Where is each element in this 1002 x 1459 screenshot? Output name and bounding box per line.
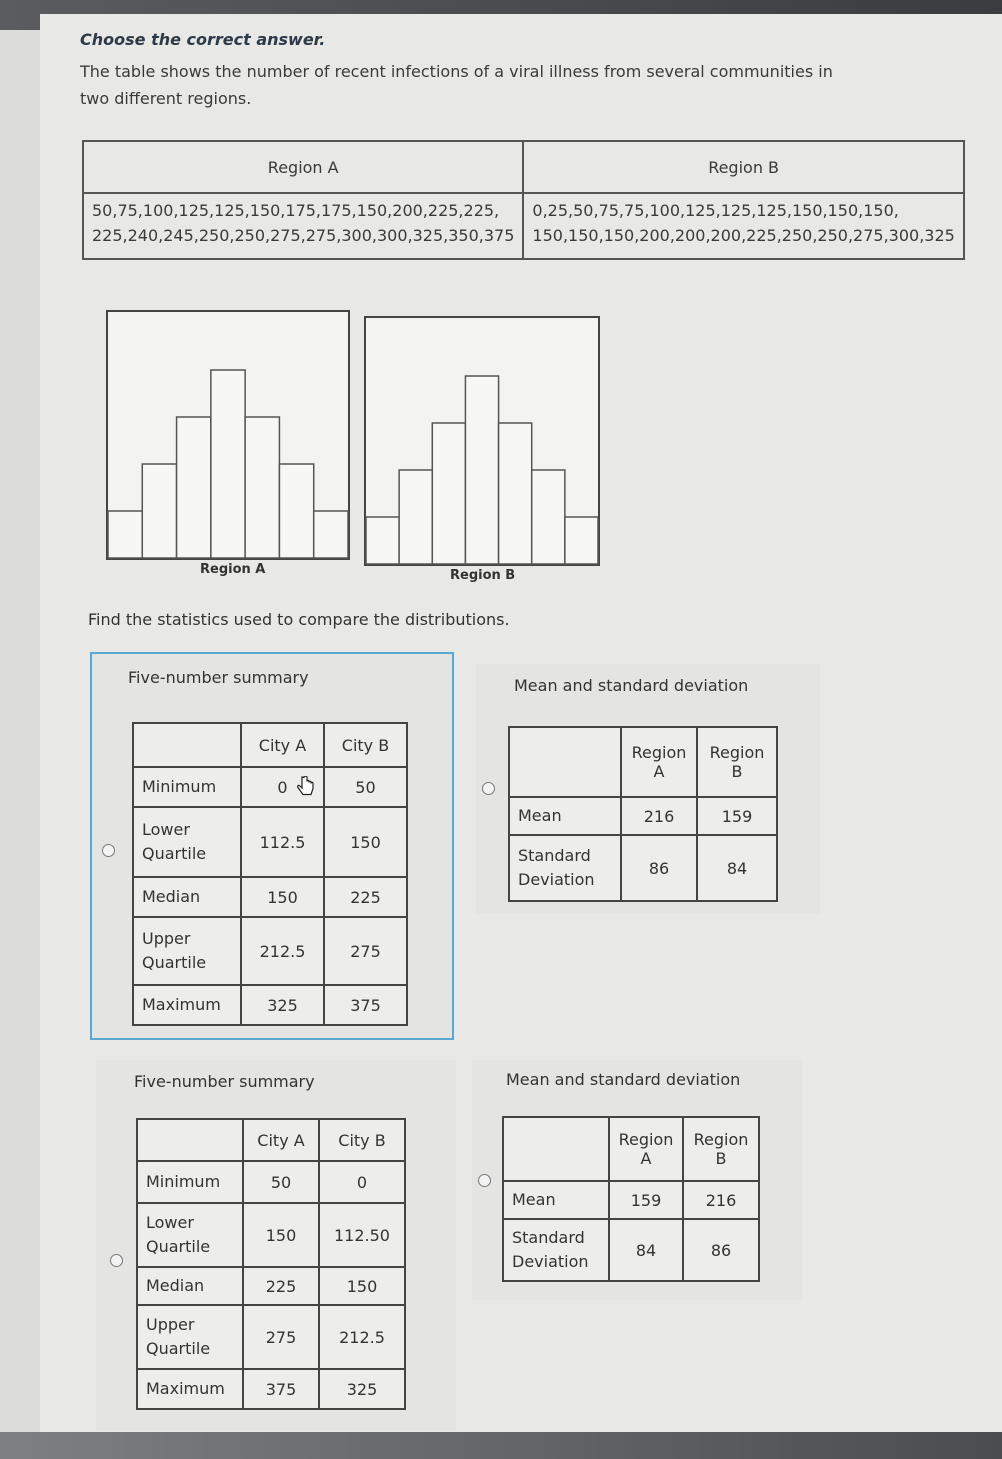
histogram-bar <box>365 516 400 565</box>
bottom-bar <box>0 1432 1002 1459</box>
cell: 86 <box>682 1218 760 1282</box>
row-label: Median <box>136 1266 244 1306</box>
cell: 212.5 <box>318 1304 406 1370</box>
option-1[interactable]: Five-number summary City A City B Minimu… <box>90 652 454 1040</box>
cell: 50 <box>242 1160 320 1204</box>
cell: 150 <box>242 1202 320 1268</box>
col-header-a: Region A <box>620 726 698 798</box>
cell: 325 <box>240 984 325 1026</box>
col-header-b: City B <box>318 1118 406 1162</box>
option-4[interactable]: Mean and standard deviation Region A Reg… <box>472 1060 802 1300</box>
cell: 325 <box>318 1368 406 1410</box>
row-label: Mean <box>508 796 622 836</box>
option-2[interactable]: Mean and standard deviation Region A Reg… <box>476 664 820 914</box>
table-corner <box>508 726 622 798</box>
histogram-region-b <box>364 316 600 566</box>
region-b-values: 0,25,50,75,75,100,125,125,125,150,150,15… <box>522 192 965 260</box>
histogram-bar <box>141 463 178 559</box>
cell: 50 <box>322 766 409 808</box>
cell: 275 <box>242 1304 320 1370</box>
histogram-bar <box>431 422 467 565</box>
cell: 150 <box>322 806 409 878</box>
row-label: Mean <box>502 1180 610 1220</box>
row-label: Maximum <box>132 984 242 1026</box>
hand-cursor-icon <box>297 776 314 796</box>
histogram-b-bars <box>365 375 599 565</box>
cell: 150 <box>240 876 325 918</box>
row-label: Lower Quartile <box>136 1202 244 1268</box>
option-3-radio[interactable] <box>110 1254 123 1267</box>
row-label: Lower Quartile <box>132 806 242 878</box>
histogram-bar <box>278 463 315 559</box>
cell: 150 <box>318 1266 406 1306</box>
cell: 86 <box>620 834 698 902</box>
col-header-b: Region B <box>696 726 778 798</box>
row-label: Minimum <box>132 766 242 808</box>
row-label: Standard Deviation <box>508 834 622 902</box>
row-label: Maximum <box>136 1368 244 1410</box>
option-1-table: City A City B Minimum 0 50 Lower Quartile 1… <box>132 722 409 1026</box>
data-table: Region A Region B 50,75,100,125,125,150,… <box>81 140 965 260</box>
option-2-table: Region A Region B Mean 216 159 Standard De… <box>508 726 778 902</box>
cell: 112.5 <box>240 806 325 878</box>
cell: 84 <box>696 834 778 902</box>
cell: 0 <box>318 1160 406 1204</box>
histogram-bar <box>530 469 566 565</box>
table-header-region-b: Region B <box>522 140 965 194</box>
cell: 159 <box>696 796 778 836</box>
cell: 375 <box>242 1368 320 1410</box>
option-1-radio[interactable] <box>102 844 115 857</box>
col-header-a: City A <box>242 1118 320 1162</box>
row-label: Upper Quartile <box>132 916 242 986</box>
row-label: Standard Deviation <box>502 1218 610 1282</box>
cell: 216 <box>620 796 698 836</box>
histogram-bar <box>464 375 500 565</box>
option-3-table: City A City B Minimum 50 0 Lower Quartile 1… <box>136 1118 406 1410</box>
row-label: Minimum <box>136 1160 244 1204</box>
histogram-b-label: Region B <box>450 568 516 583</box>
col-header-a: Region A <box>608 1116 684 1182</box>
option-3-title: Five-number summary <box>134 1072 315 1091</box>
cell: 375 <box>322 984 409 1026</box>
table-corner <box>502 1116 610 1182</box>
histogram-region-a <box>106 310 350 560</box>
cell: 225 <box>242 1266 320 1306</box>
option-3[interactable]: Five-number summary City A City B Minimu… <box>96 1060 456 1430</box>
col-header-a: City A <box>240 722 325 768</box>
col-header-b: City B <box>322 722 409 768</box>
table-corner <box>136 1118 244 1162</box>
cell: 212.5 <box>240 916 325 986</box>
cell: 275 <box>322 916 409 986</box>
table-corner <box>132 722 242 768</box>
option-4-radio[interactable] <box>478 1174 491 1187</box>
option-4-table: Region A Region B Mean 159 216 Standard De… <box>502 1116 760 1282</box>
histogram-bar <box>312 510 349 559</box>
histogram-a-bars <box>107 369 349 559</box>
region-a-values: 50,75,100,125,125,150,175,175,150,200,22… <box>81 192 525 260</box>
histogram-bar <box>564 516 599 565</box>
histogram-bar <box>497 422 533 565</box>
cell: 225 <box>322 876 409 918</box>
option-4-title: Mean and standard deviation <box>506 1070 741 1089</box>
row-label: Upper Quartile <box>136 1304 244 1370</box>
cell: 84 <box>608 1218 684 1282</box>
option-2-radio[interactable] <box>482 782 495 795</box>
histogram-bar <box>244 416 281 559</box>
compare-question: Find the statistics used to compare the … <box>88 610 510 629</box>
option-2-title: Mean and standard deviation <box>514 676 749 695</box>
table-header-region-a: Region A <box>81 140 525 194</box>
row-label: Median <box>132 876 242 918</box>
col-header-b: Region B <box>682 1116 760 1182</box>
histogram-bar <box>175 416 212 559</box>
cell: 216 <box>682 1180 760 1220</box>
option-1-title: Five-number summary <box>128 668 309 687</box>
histogram-bar <box>210 369 246 559</box>
histogram-bar <box>107 510 144 559</box>
instruction: Choose the correct answer. <box>80 30 326 49</box>
histogram-bar <box>398 469 434 565</box>
cell: 159 <box>608 1180 684 1220</box>
question-prompt: The table shows the number of recent inf… <box>80 62 833 108</box>
cell: 112.50 <box>318 1202 406 1268</box>
histogram-a-label: Region A <box>200 562 266 577</box>
